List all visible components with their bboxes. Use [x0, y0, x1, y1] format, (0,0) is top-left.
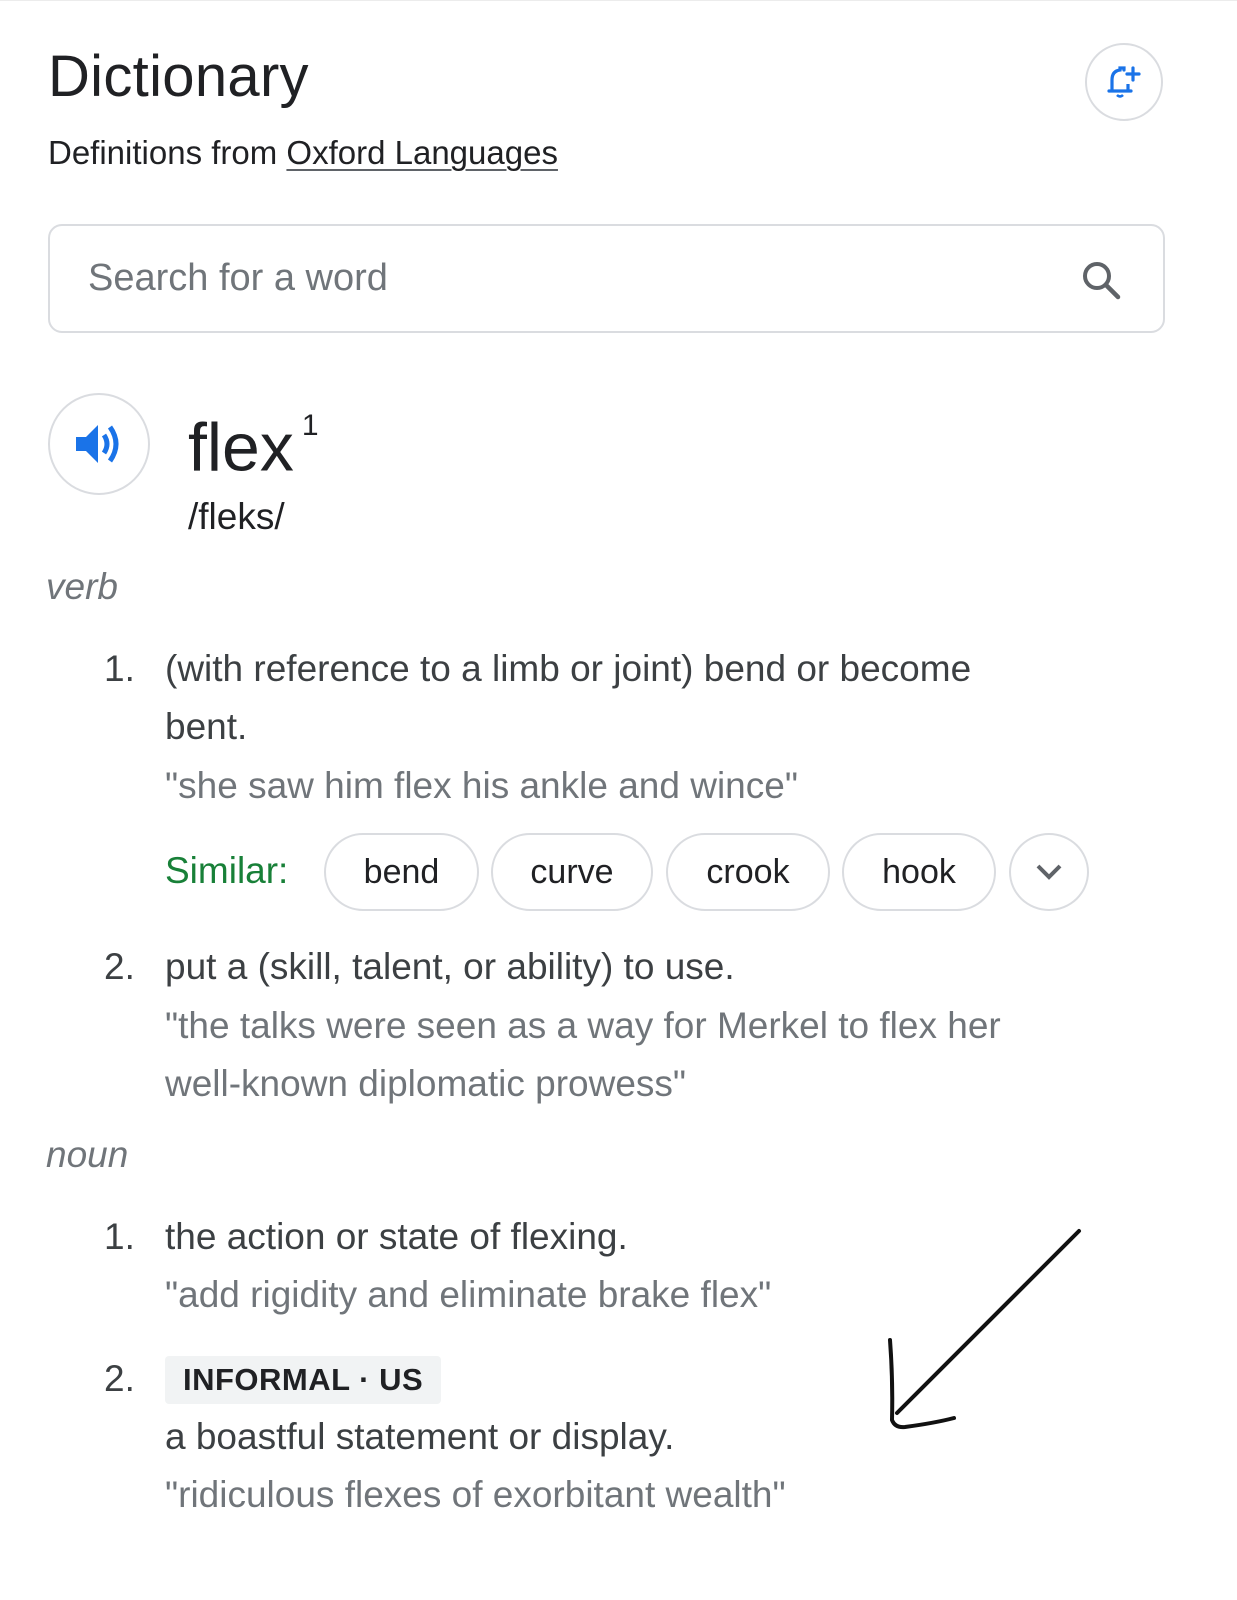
- page-title: Dictionary: [48, 44, 309, 109]
- chevron-down-icon: [1036, 864, 1062, 880]
- oxford-languages-link[interactable]: Oxford Languages: [286, 134, 558, 171]
- register-label: INFORMAL · US: [165, 1356, 442, 1404]
- create-alert-button[interactable]: [1085, 43, 1163, 121]
- definition-line: (with reference to a limb or joint) bend…: [165, 648, 972, 689]
- speaker-icon: [76, 425, 119, 463]
- example-line: well-known diplomatic prowess": [165, 1063, 687, 1104]
- similar-chip-bend[interactable]: bend: [324, 833, 479, 911]
- definition-line: bent.: [165, 706, 248, 747]
- definition-number: 2.: [104, 1358, 135, 1399]
- homograph-number: 1: [301, 409, 319, 442]
- phonetic-spelling: /fleks/: [188, 496, 285, 537]
- definition-number: 1.: [104, 1216, 135, 1257]
- example-sentence: "ridiculous flexes of exorbitant wealth": [165, 1474, 786, 1515]
- definition-text: the action or state of flexing.: [165, 1216, 628, 1257]
- definition-text: a boastful statement or display.: [165, 1416, 675, 1457]
- similar-chip-hook[interactable]: hook: [842, 833, 996, 911]
- word-search-input[interactable]: [86, 256, 1040, 301]
- bell-plus-icon: [1107, 66, 1141, 98]
- headword: flex 1: [188, 398, 319, 488]
- top-divider: [0, 0, 1237, 1]
- similar-label: Similar:: [165, 850, 289, 891]
- part-of-speech-verb: verb: [46, 566, 118, 607]
- definition-text: put a (skill, talent, or ability) to use…: [165, 946, 735, 987]
- similar-chip-crook[interactable]: crook: [666, 833, 830, 911]
- search-icon[interactable]: [1081, 260, 1123, 302]
- source-prefix: Definitions from: [48, 134, 278, 171]
- definition-number: 2.: [104, 946, 135, 987]
- example-sentence: "she saw him flex his ankle and wince": [165, 765, 798, 806]
- show-more-similar-button[interactable]: [1009, 833, 1089, 911]
- example-sentence: "the talks were seen as a way for Merkel…: [165, 997, 1125, 1113]
- similar-chip-curve[interactable]: curve: [491, 833, 653, 911]
- definition-number: 1.: [104, 648, 135, 689]
- word-search-box[interactable]: [48, 224, 1165, 333]
- headword-text: flex: [188, 409, 294, 486]
- definition-text: (with reference to a limb or joint) bend…: [165, 640, 1105, 756]
- example-sentence: "add rigidity and eliminate brake flex": [165, 1274, 772, 1315]
- pronunciation-audio-button[interactable]: [48, 393, 150, 495]
- part-of-speech-noun: noun: [46, 1134, 129, 1175]
- example-line: "the talks were seen as a way for Merkel…: [165, 1005, 1001, 1046]
- source-attribution: Definitions from Oxford Languages: [48, 132, 558, 174]
